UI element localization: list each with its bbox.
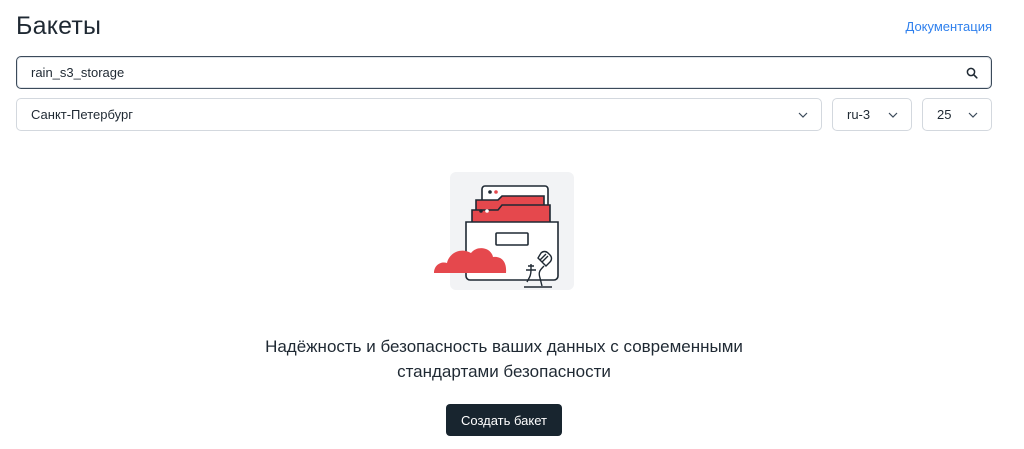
chevron-down-icon <box>797 109 809 121</box>
empty-state-line-2: стандартами безопасности <box>397 362 611 381</box>
chevron-down-icon <box>887 109 899 121</box>
zone-select[interactable]: ru-3 <box>832 98 912 131</box>
search-input[interactable] <box>31 65 965 80</box>
search-field[interactable] <box>16 56 992 89</box>
page-size-select-value: 25 <box>937 107 952 122</box>
chevron-down-icon <box>967 109 979 121</box>
city-select-value: Санкт-Петербург <box>31 107 133 122</box>
search-icon[interactable] <box>965 66 979 80</box>
zone-select-value: ru-3 <box>847 107 871 122</box>
page-title: Бакеты <box>16 12 102 40</box>
city-select[interactable]: Санкт-Петербург <box>16 98 822 131</box>
page-size-select[interactable]: 25 <box>922 98 992 131</box>
create-bucket-button[interactable]: Создать бакет <box>446 404 562 436</box>
empty-state-message: Надёжность и безопасность ваших данных с… <box>0 334 1008 384</box>
documentation-link[interactable]: Документация <box>906 19 993 34</box>
empty-state-line-1: Надёжность и безопасность ваших данных с… <box>265 337 743 356</box>
storage-box-illustration <box>432 170 574 292</box>
